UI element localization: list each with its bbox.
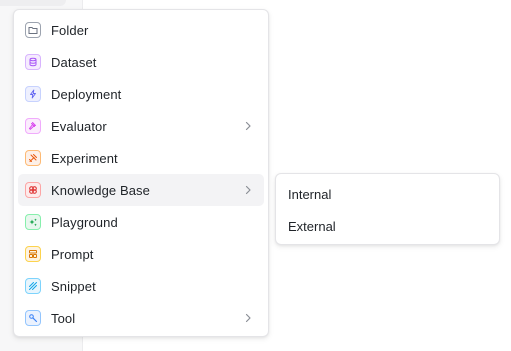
sidebar-top-item <box>0 0 66 6</box>
menu-item-experiment[interactable]: Experiment <box>18 142 264 174</box>
menu-item-tool[interactable]: Tool <box>18 302 264 334</box>
prompt-icon <box>25 246 41 262</box>
menu-item-snippet[interactable]: Snippet <box>18 270 264 302</box>
create-menu: Folder Dataset Deployment Evaluator Expe… <box>13 9 269 337</box>
menu-item-dataset[interactable]: Dataset <box>18 46 264 78</box>
menu-item-label: Experiment <box>51 150 118 166</box>
menu-item-label: Tool <box>51 310 76 326</box>
menu-item-folder[interactable]: Folder <box>18 14 264 46</box>
lightning-icon <box>25 86 41 102</box>
submenu-item-external[interactable]: External <box>280 210 495 242</box>
gavel-icon <box>25 118 41 134</box>
menu-item-evaluator[interactable]: Evaluator <box>18 110 264 142</box>
brain-icon <box>25 182 41 198</box>
menu-item-label: Dataset <box>51 54 97 70</box>
chevron-right-icon <box>242 184 254 196</box>
sparkle-icon <box>25 214 41 230</box>
database-icon <box>25 54 41 70</box>
knowledge-base-submenu: Internal External <box>275 173 500 245</box>
folder-icon <box>25 22 41 38</box>
chevron-right-icon <box>242 312 254 324</box>
menu-item-label: Folder <box>51 22 89 38</box>
experiment-icon <box>25 150 41 166</box>
submenu-item-internal[interactable]: Internal <box>280 178 495 210</box>
menu-item-label: Evaluator <box>51 118 107 134</box>
menu-item-knowledge-base[interactable]: Knowledge Base <box>18 174 264 206</box>
menu-item-label: Deployment <box>51 86 122 102</box>
menu-item-label: Prompt <box>51 246 94 262</box>
snippet-icon <box>25 278 41 294</box>
menu-item-label: Knowledge Base <box>51 182 150 198</box>
menu-item-label: Snippet <box>51 278 96 294</box>
wrench-icon <box>25 310 41 326</box>
menu-item-playground[interactable]: Playground <box>18 206 264 238</box>
menu-item-label: Playground <box>51 214 118 230</box>
menu-item-prompt[interactable]: Prompt <box>18 238 264 270</box>
menu-item-deployment[interactable]: Deployment <box>18 78 264 110</box>
chevron-right-icon <box>242 120 254 132</box>
